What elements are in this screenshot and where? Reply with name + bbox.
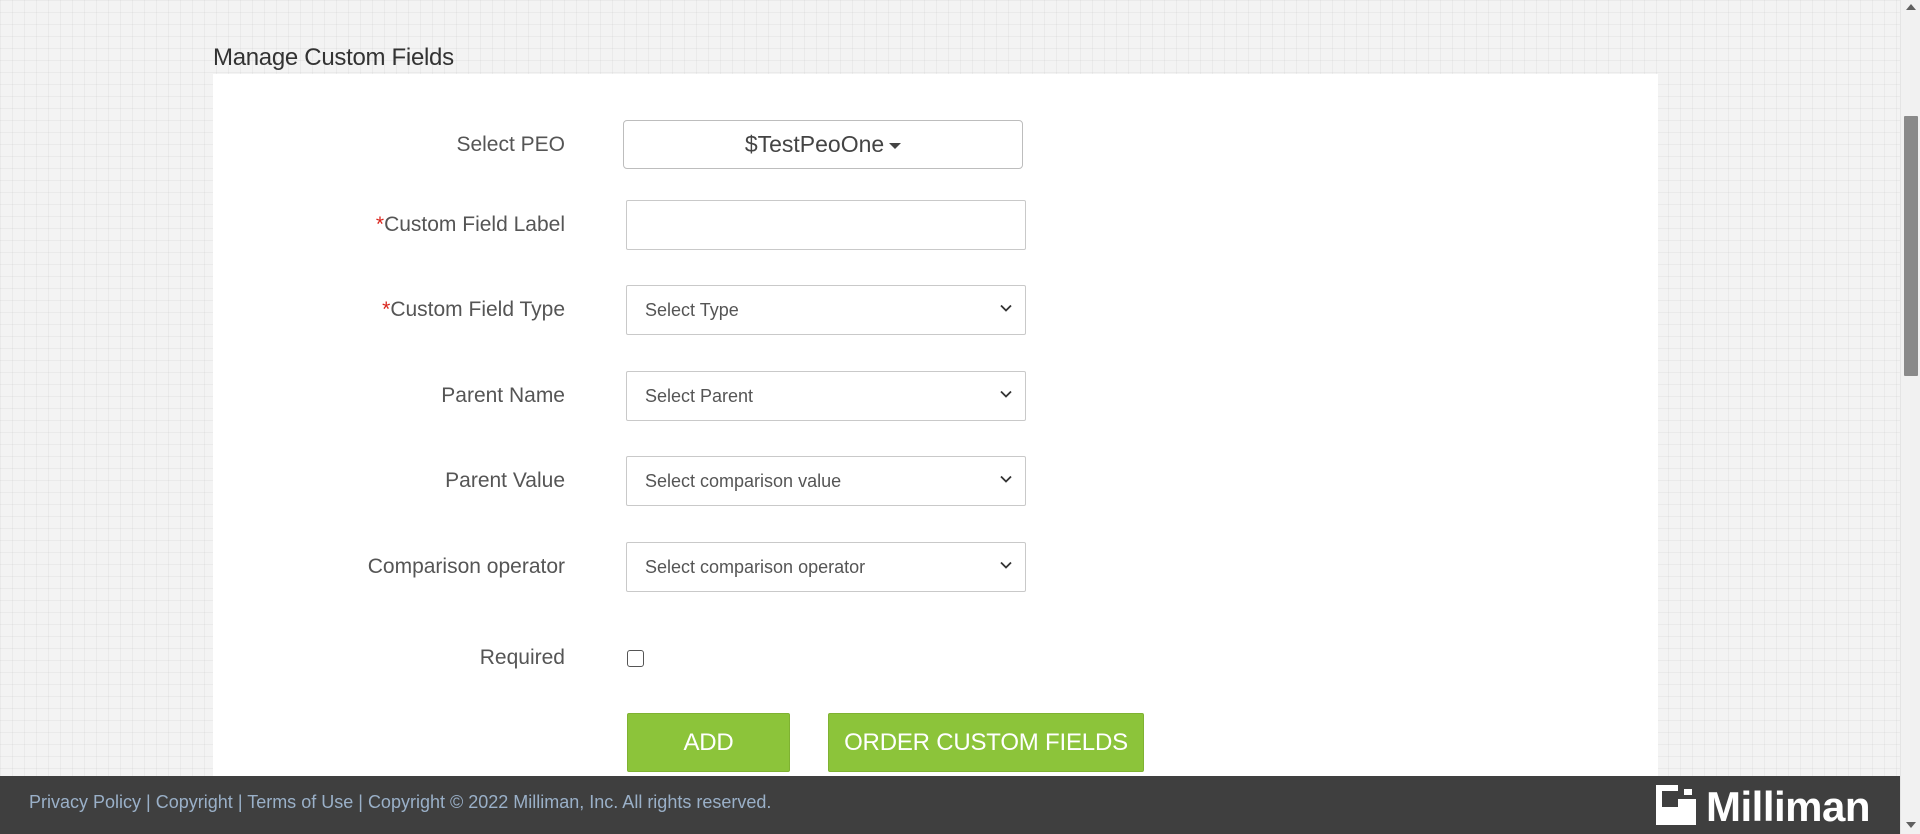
custom-field-type-select[interactable]: Select Type <box>626 285 1026 335</box>
required-row: Required <box>213 633 1658 683</box>
scroll-down-arrow-icon[interactable] <box>1906 822 1916 828</box>
custom-fields-form: Select PEO $TestPeoOne *Custom Field Lab… <box>213 74 1658 776</box>
required-label: Required <box>479 646 565 669</box>
comparison-operator-select[interactable]: Select comparison operator <box>626 542 1026 592</box>
parent-value-row: Parent Value Select comparison value <box>213 456 1658 506</box>
footer-separator: | <box>358 792 363 812</box>
form-actions: ADD ORDER CUSTOM FIELDS <box>213 713 1658 772</box>
parent-name-label: Parent Name <box>441 384 565 407</box>
custom-field-label-row: *Custom Field Label <box>213 200 1658 250</box>
comparison-operator-selected: Select comparison operator <box>645 557 866 577</box>
parent-value-select[interactable]: Select comparison value <box>626 456 1026 506</box>
caret-down-icon <box>889 142 902 149</box>
select-peo-row: Select PEO $TestPeoOne <box>213 120 1658 170</box>
chevron-down-icon <box>1000 390 1012 398</box>
peo-dropdown-value: $TestPeoOne <box>744 131 885 157</box>
scroll-up-arrow-icon[interactable] <box>1906 4 1916 10</box>
select-peo-label: Select PEO <box>456 133 565 156</box>
custom-field-label-input[interactable] <box>626 200 1026 250</box>
parent-value-selected: Select comparison value <box>645 471 842 491</box>
footer: Privacy Policy | Copyright | Terms of Us… <box>0 776 1900 834</box>
copyright-notice: Copyright © 2022 Milliman, Inc. All righ… <box>367 792 772 812</box>
order-custom-fields-button[interactable]: ORDER CUSTOM FIELDS <box>828 713 1144 772</box>
copyright-link[interactable]: Copyright <box>156 792 233 812</box>
custom-field-label-label: *Custom Field Label <box>375 213 565 236</box>
custom-field-type-selected: Select Type <box>645 300 739 320</box>
parent-value-label: Parent Value <box>445 469 565 492</box>
milliman-logo: Milliman <box>1656 783 1871 830</box>
required-checkbox[interactable] <box>627 650 644 667</box>
footer-links: Privacy Policy | Copyright | Terms of Us… <box>29 776 771 829</box>
comparison-operator-label: Comparison operator <box>367 555 565 578</box>
parent-name-select[interactable]: Select Parent <box>626 371 1026 421</box>
footer-separator: | <box>237 792 243 812</box>
add-button[interactable]: ADD <box>627 713 790 772</box>
custom-field-type-row: *Custom Field Type Select Type <box>213 285 1658 335</box>
chevron-down-icon <box>1000 304 1012 312</box>
vertical-scrollbar[interactable] <box>1900 0 1920 834</box>
milliman-logo-text: Milliman <box>1706 783 1871 830</box>
page-title: Manage Custom Fields <box>213 44 454 71</box>
peo-dropdown-button[interactable]: $TestPeoOne <box>623 120 1023 169</box>
chevron-down-icon <box>1000 475 1012 483</box>
custom-field-type-label: *Custom Field Type <box>382 298 565 321</box>
parent-name-row: Parent Name Select Parent <box>213 371 1658 421</box>
comparison-operator-row: Comparison operator Select comparison op… <box>213 542 1658 592</box>
footer-separator: | <box>146 792 151 812</box>
required-asterisk: * <box>375 213 385 236</box>
chevron-down-icon <box>1000 561 1012 569</box>
privacy-policy-link[interactable]: Privacy Policy <box>29 792 141 812</box>
terms-of-use-link[interactable]: Terms of Use <box>247 792 353 812</box>
scrollbar-thumb[interactable] <box>1904 116 1918 376</box>
milliman-logo-icon <box>1656 785 1696 825</box>
parent-name-selected: Select Parent <box>645 386 754 406</box>
